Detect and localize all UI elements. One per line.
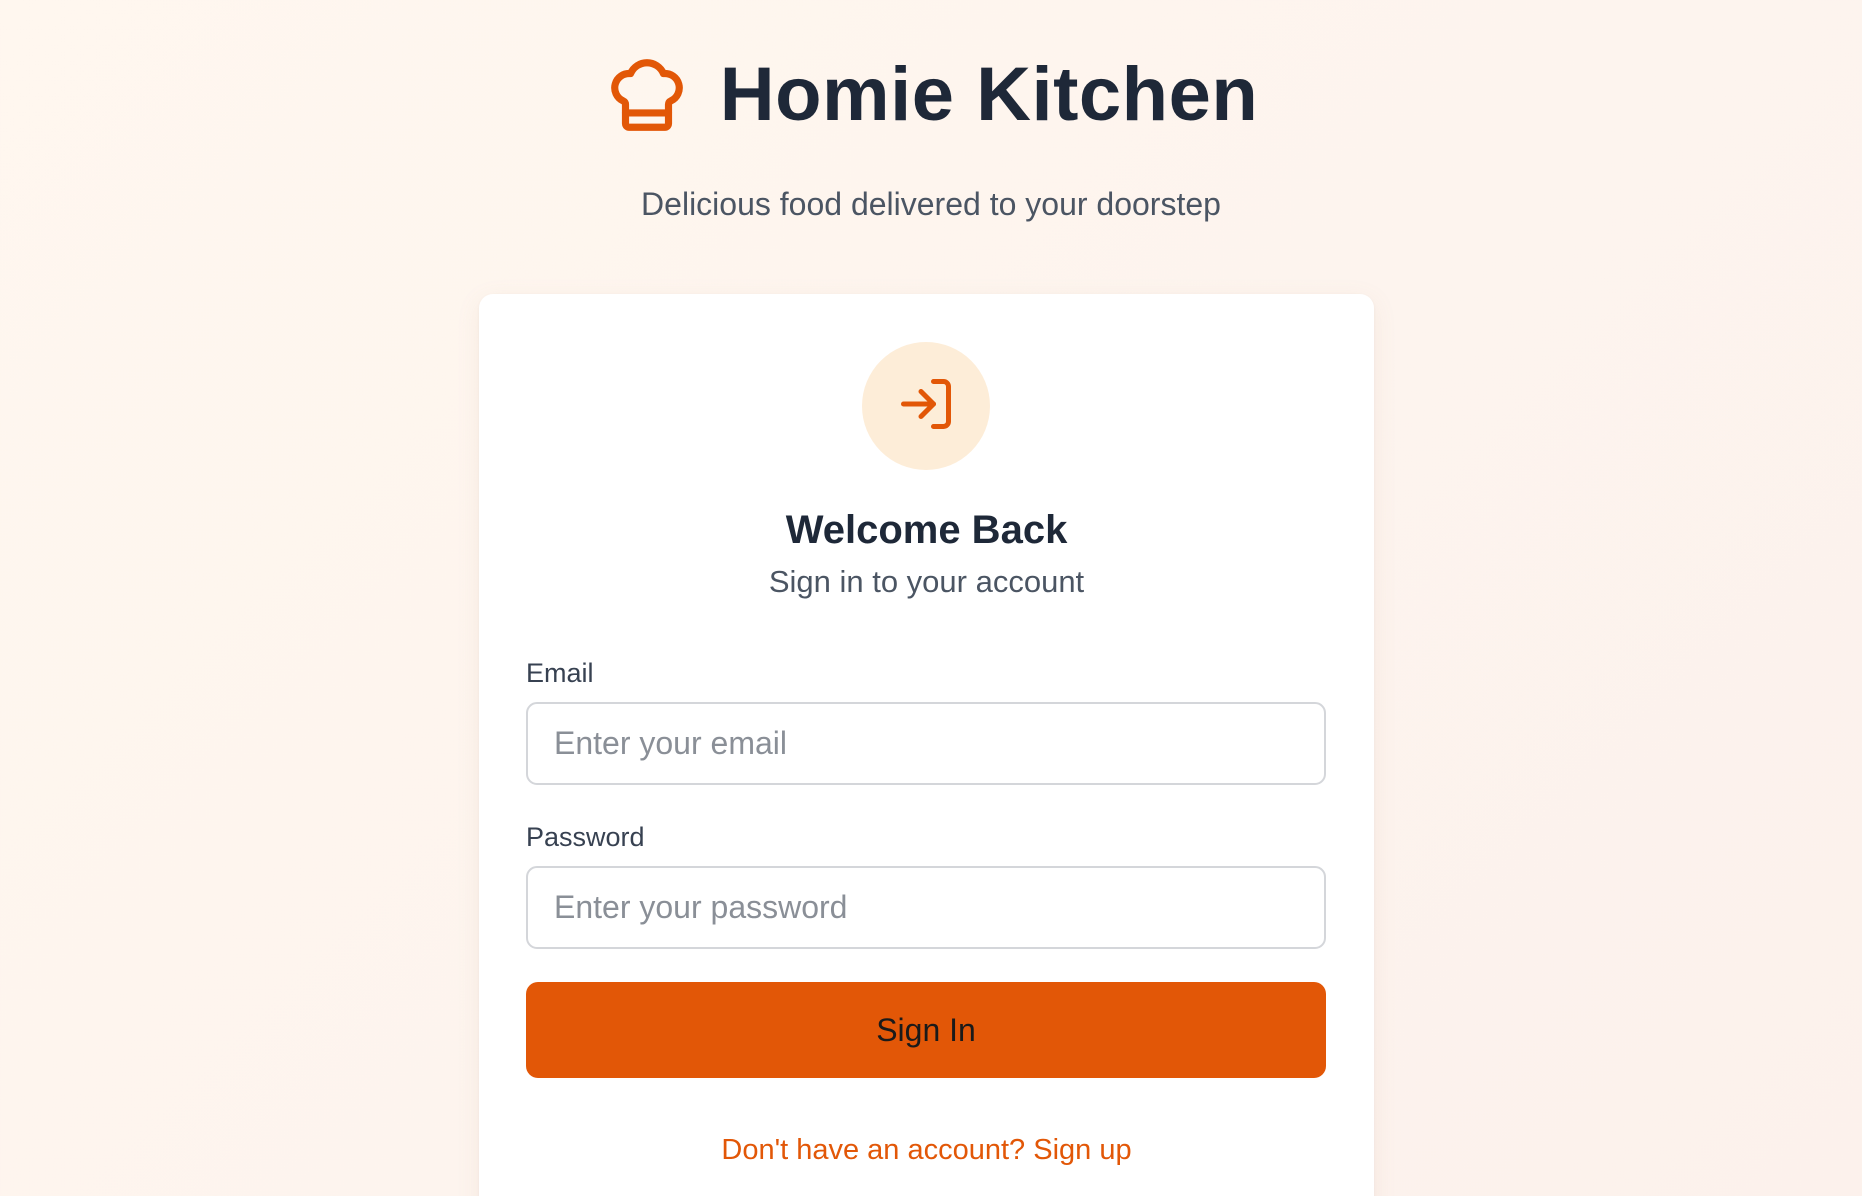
email-label: Email [526,658,594,688]
sign-in-button[interactable]: Sign In [526,982,1326,1078]
login-icon-badge [862,342,990,470]
password-label: Password [526,822,645,852]
password-input[interactable] [526,866,1326,949]
brand-title: Homie Kitchen [719,52,1259,137]
chef-hat-icon [604,52,690,138]
brand-tagline: Delicious food delivered to your doorste… [641,186,1221,222]
brand-header: Homie Kitchen [0,52,1862,138]
login-subtitle: Sign in to your account [768,564,1085,599]
sign-up-link[interactable]: Don't have an account? Sign up [479,1134,1374,1167]
login-card: Welcome Back Sign in to your account Ema… [479,294,1374,1196]
email-input[interactable] [526,702,1326,785]
login-title: Welcome Back [785,508,1068,552]
login-arrow-icon [896,374,956,439]
